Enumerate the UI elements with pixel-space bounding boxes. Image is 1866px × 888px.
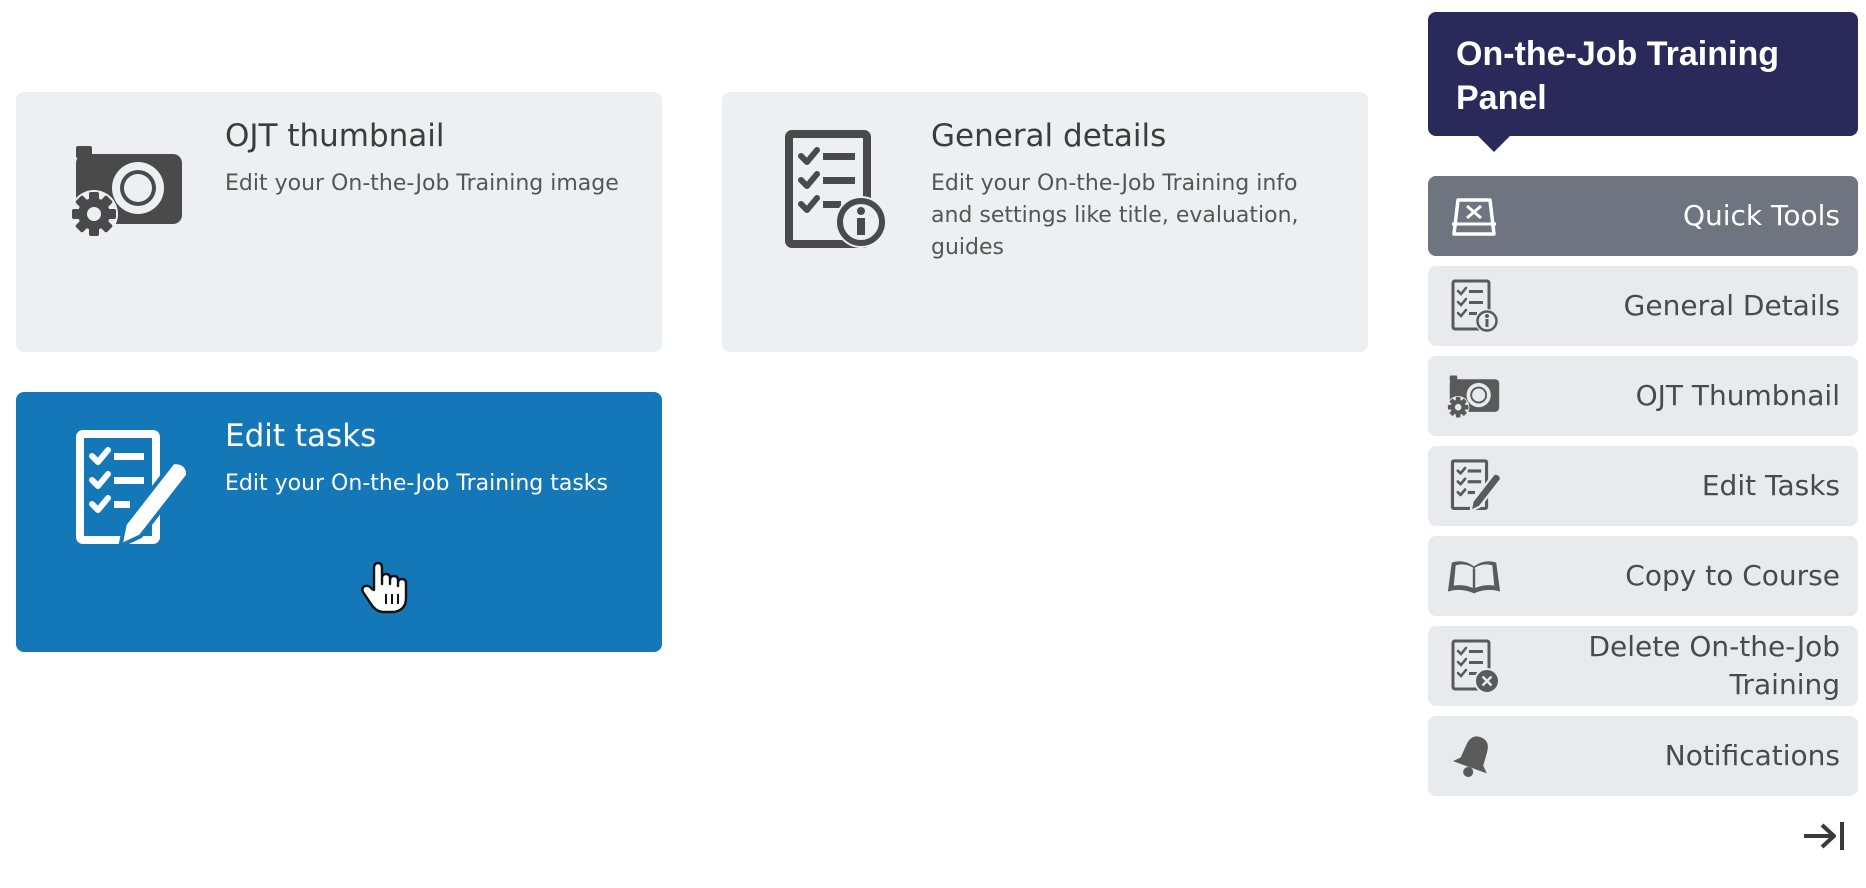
panel-menu: Quick Tools General Details OJT Thumbnai… <box>1428 176 1858 806</box>
card-title: Edit tasks <box>225 418 377 454</box>
menu-item-label: Edit Tasks <box>1701 469 1840 502</box>
quick-tools-icon <box>1446 188 1502 244</box>
menu-item-edit-tasks[interactable]: Edit Tasks <box>1428 446 1858 526</box>
panel-header: On-the-Job Training Panel <box>1428 12 1858 136</box>
camera-gear-icon <box>1446 368 1502 424</box>
card-description: Edit your On-the-Job Training info and s… <box>931 171 1299 260</box>
card-title: OJT thumbnail <box>225 118 445 154</box>
menu-item-copy-to-course[interactable]: Copy to Course <box>1428 536 1858 616</box>
collapse-panel-button[interactable] <box>1800 818 1848 858</box>
panel-title: On-the-Job Training Panel <box>1456 35 1779 117</box>
menu-item-label: General Details <box>1623 289 1840 322</box>
arrow-right-to-bar-icon <box>1802 820 1846 856</box>
menu-item-notifications[interactable]: Notifications <box>1428 716 1858 796</box>
card-edit-tasks[interactable]: Edit tasks Edit your On-the-Job Training… <box>16 392 662 652</box>
panel-header-pointer <box>1478 136 1510 152</box>
menu-item-label: OJT Thumbnail <box>1635 379 1840 412</box>
ojt-settings-page: OJT thumbnail Edit your On-the-Job Train… <box>0 0 1866 888</box>
menu-item-ojt-thumbnail[interactable]: OJT Thumbnail <box>1428 356 1858 436</box>
checklist-pen-icon <box>1446 458 1502 514</box>
card-ojt-thumbnail[interactable]: OJT thumbnail Edit your On-the-Job Train… <box>16 92 662 352</box>
camera-gear-icon <box>64 126 192 254</box>
menu-item-delete-ojt[interactable]: Delete On-the-Job Training <box>1428 626 1858 706</box>
bell-icon <box>1446 728 1502 784</box>
menu-item-general-details[interactable]: General Details <box>1428 266 1858 346</box>
checklist-pen-icon <box>64 426 192 554</box>
menu-item-quick-tools[interactable]: Quick Tools <box>1428 176 1858 256</box>
menu-item-label: Notifications <box>1664 739 1840 772</box>
book-icon <box>1446 548 1502 604</box>
card-description: Edit your On-the-Job Training tasks <box>225 471 609 496</box>
menu-item-label: Copy to Course <box>1625 559 1840 592</box>
checklist-info-icon <box>1446 278 1502 334</box>
menu-item-label: Delete On-the-Job Training <box>1588 630 1840 701</box>
card-description: Edit your On-the-Job Training image <box>225 171 619 196</box>
checklist-info-icon <box>770 126 898 254</box>
menu-item-label: Quick Tools <box>1682 199 1840 232</box>
card-title: General details <box>931 118 1167 154</box>
checklist-delete-icon <box>1446 638 1502 694</box>
hand-pointer-cursor-icon <box>360 560 410 616</box>
card-general-details[interactable]: General details Edit your On-the-Job Tra… <box>722 92 1368 352</box>
